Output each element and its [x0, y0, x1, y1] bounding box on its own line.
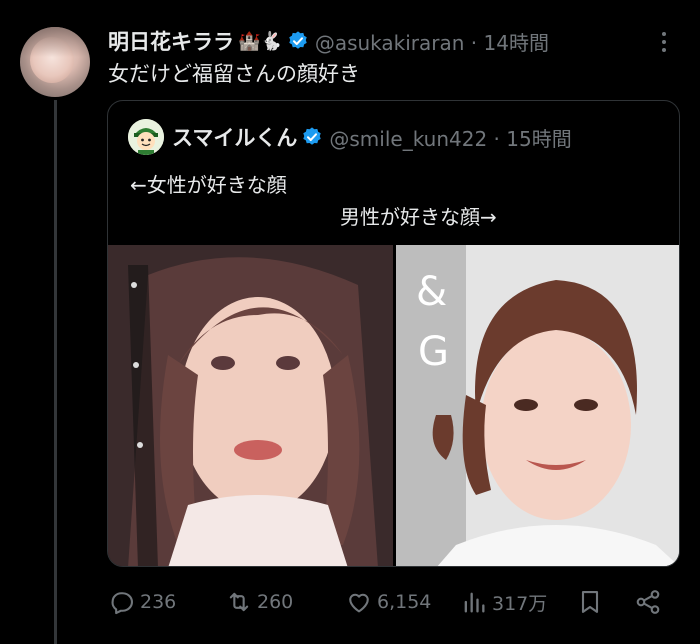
quoted-author-avatar[interactable]: [128, 119, 164, 155]
share-button[interactable]: [634, 586, 662, 618]
bookmark-button[interactable]: [576, 586, 604, 618]
reply-button[interactable]: 236: [108, 586, 176, 618]
views-button[interactable]: 317万: [460, 586, 547, 618]
quoted-text-line-1: ←女性が好きな顔: [130, 173, 287, 197]
photo-left[interactable]: [108, 245, 393, 566]
like-count: 6,154: [377, 591, 432, 613]
repost-button[interactable]: 260: [225, 586, 293, 618]
reply-icon: [111, 592, 133, 615]
more-icon[interactable]: [652, 28, 676, 56]
tweet-text: 女だけど福留さんの顔好き: [108, 62, 360, 86]
share-icon: [636, 590, 660, 614]
verified-badge-icon: [303, 127, 322, 145]
views-count: 317万: [492, 592, 548, 615]
quoted-tweet[interactable]: スマイルくん @smile_kun422 · 15時間 ←女性が好きな顔 男性が…: [107, 100, 680, 567]
author-avatar[interactable]: [20, 27, 90, 97]
tweet-header: 明日花キララ 🏰🐇 @asukakiraran · 14時間: [108, 25, 549, 57]
repost-count: 260: [257, 591, 294, 613]
author-handle-time[interactable]: @asukakiraran · 14時間: [315, 27, 549, 56]
author-name[interactable]: 明日花キララ: [108, 26, 234, 56]
verified-badge-icon: [289, 31, 307, 49]
author-emoji: 🏰🐇: [238, 30, 283, 52]
like-button[interactable]: 6,154: [345, 586, 431, 618]
photo-sign-g: G: [418, 329, 449, 375]
like-icon: [349, 593, 369, 613]
quoted-handle-time[interactable]: @smile_kun422 · 15時間: [329, 123, 571, 152]
quoted-author-name[interactable]: スマイルくん: [172, 122, 297, 152]
repost-icon: [229, 592, 249, 612]
quoted-text-line-2: 男性が好きな顔→: [340, 205, 497, 229]
quoted-header: スマイルくん @smile_kun422 · 15時間: [128, 117, 572, 157]
views-icon: [464, 592, 485, 613]
reply-count: 236: [140, 591, 177, 613]
photo-right[interactable]: & G: [396, 245, 679, 566]
thread-line: [54, 100, 57, 644]
photo-sign-amp: &: [416, 269, 447, 315]
bookmark-icon: [581, 591, 599, 613]
